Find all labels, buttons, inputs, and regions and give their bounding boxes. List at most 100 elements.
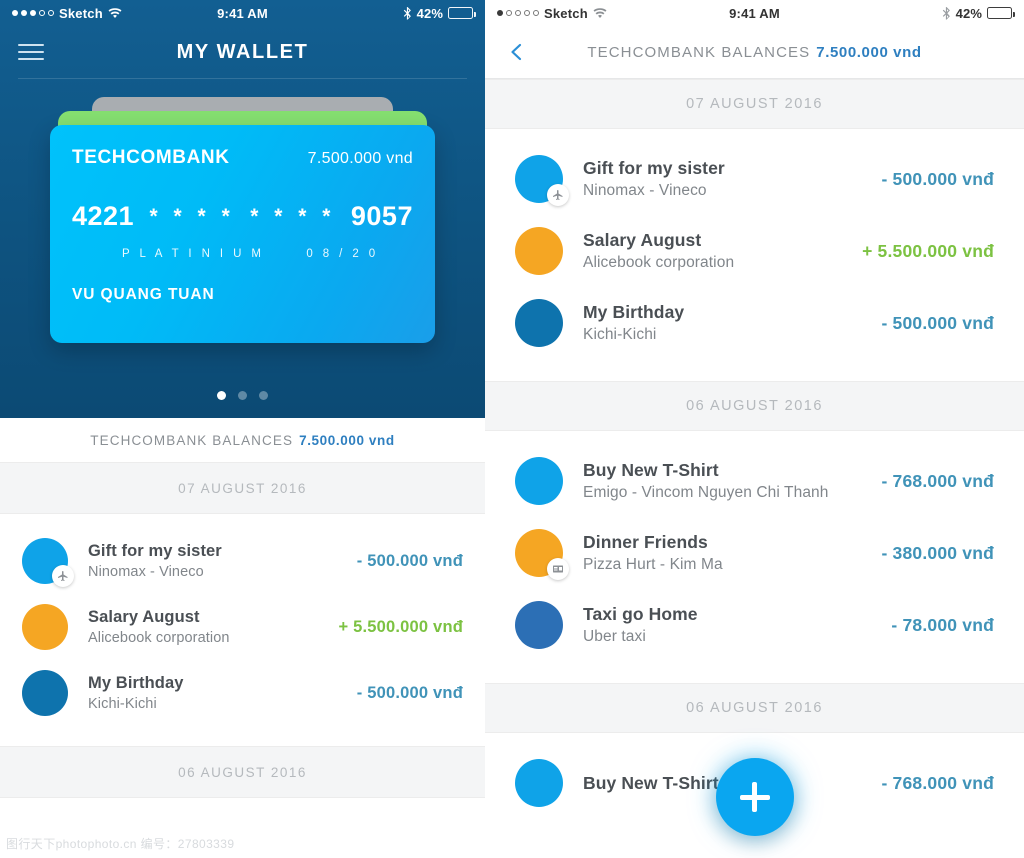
status-bar-right: 42%: [403, 6, 476, 21]
navigation-bar: MY WALLET: [0, 26, 485, 78]
pager-dot-2[interactable]: [238, 391, 247, 400]
transaction-text: Buy New T-Shirt Emigo - Vincom Nguyen Ch…: [583, 460, 881, 502]
card-meta-row: P L A T I N I U M 0 8 / 2 0: [72, 248, 413, 260]
wallet-hero: Sketch 9:41 AM 42% MY WALLET TECHCOMBANK…: [0, 0, 485, 418]
transaction-row[interactable]: Gift for my sister Ninomax - Vineco - 50…: [0, 528, 485, 594]
card-tier-label: P L A T I N I U M: [122, 248, 265, 260]
avatar: [515, 759, 563, 807]
battery-icon: [448, 7, 476, 19]
transaction-title: My Birthday: [88, 674, 184, 692]
transaction-list: Gift for my sister Ninomax - Vineco - 50…: [485, 129, 1024, 359]
transaction-subtitle: Pizza Hurt - Kim Ma: [583, 556, 723, 573]
battery-percent-label: 42%: [955, 5, 982, 21]
page-title-label: TECHCOMBANK BALANCES: [587, 43, 811, 61]
transaction-list: Gift for my sister Ninomax - Vineco - 50…: [0, 514, 485, 726]
hamburger-menu-icon[interactable]: [18, 39, 44, 65]
transaction-text: Salary August Alicebook corporation: [88, 608, 338, 646]
transaction-row[interactable]: Gift for my sister Ninomax - Vineco - 50…: [485, 143, 1024, 215]
transaction-row[interactable]: Salary August Alicebook corporation + 5.…: [0, 594, 485, 660]
pager-dot-1[interactable]: [217, 391, 226, 400]
transaction-title: Dinner Friends: [583, 532, 708, 552]
transaction-list: Buy New T-Shirt Emigo - Vincom Nguyen Ch…: [485, 431, 1024, 661]
transaction-text: My Birthday Kichi-Kichi: [583, 302, 881, 344]
pager-dot-3[interactable]: [259, 391, 268, 400]
transaction-title: My Birthday: [583, 302, 685, 322]
watermark: 图行天下photophoto.cn 编号：27803339: [6, 837, 235, 851]
avatar: [515, 529, 569, 580]
carousel-pager[interactable]: [0, 391, 485, 400]
transaction-row[interactable]: My Birthday Kichi-Kichi - 500.000 vnđ: [485, 287, 1024, 359]
card-icon: [547, 558, 569, 580]
transaction-title: Gift for my sister: [583, 158, 725, 178]
signal-strength-icon: [497, 10, 539, 16]
date-section-header: 06 AUGUST 2016: [0, 746, 485, 798]
status-bar-left: Sketch: [497, 6, 607, 21]
bluetooth-icon: [942, 6, 951, 20]
back-chevron-icon[interactable]: [507, 42, 527, 62]
wallet-screen: Sketch 9:41 AM 42% MY WALLET TECHCOMBANK…: [0, 0, 485, 858]
card-bank-name: TECHCOMBANK: [72, 147, 230, 168]
transaction-amount: - 500.000 vnđ: [881, 312, 994, 333]
avatar: [515, 601, 563, 649]
airplane-icon: [547, 184, 569, 206]
transaction-title: Buy New T-Shirt: [583, 460, 719, 480]
transaction-subtitle: Emigo - Vincom Nguyen Chi Thanh: [583, 484, 829, 501]
add-transaction-fab[interactable]: [715, 758, 794, 836]
avatar: [515, 457, 563, 505]
carrier-label: Sketch: [59, 5, 103, 21]
card-holder-name: VU QUANG TUAN: [72, 286, 215, 303]
transaction-subtitle: Ninomax - Vineco: [583, 182, 707, 199]
transaction-row[interactable]: My Birthday Kichi-Kichi - 500.000 vnđ: [0, 660, 485, 726]
date-section-header: 07 AUGUST 2016: [485, 79, 1024, 129]
transaction-amount: - 768.000 vnđ: [881, 772, 994, 793]
avatar: [22, 538, 74, 587]
transaction-amount: - 768.000 vnđ: [881, 470, 994, 491]
transaction-amount: - 78.000 vnđ: [891, 614, 994, 635]
transaction-title: Taxi go Home: [583, 604, 698, 624]
card-number-group-4: 9057: [350, 201, 413, 231]
transaction-subtitle: Kichi-Kichi: [583, 326, 657, 343]
avatar: [515, 227, 563, 275]
transaction-amount: + 5.500.000 vnđ: [338, 617, 463, 636]
transaction-text: Taxi go Home Uber taxi: [583, 604, 891, 646]
date-section-header: 06 AUGUST 2016: [485, 381, 1024, 431]
transaction-subtitle: Alicebook corporation: [583, 254, 735, 271]
avatar: [515, 299, 563, 347]
transaction-text: My Birthday Kichi-Kichi: [88, 674, 357, 712]
credit-card[interactable]: TECHCOMBANK 7.500.000 vnd 4221 * * * * *…: [50, 125, 435, 343]
battery-icon: [987, 7, 1015, 19]
transaction-row[interactable]: Dinner Friends Pizza Hurt - Kim Ma - 380…: [485, 517, 1024, 589]
transaction-row[interactable]: Salary August Alicebook corporation + 5.…: [485, 215, 1024, 287]
transaction-subtitle: Alicebook corporation: [88, 630, 230, 646]
transaction-row[interactable]: Buy New T-Shirt Emigo - Vincom Nguyen Ch…: [485, 445, 1024, 517]
signal-strength-icon: [12, 10, 54, 16]
date-section-header: 06 AUGUST 2016: [485, 683, 1024, 733]
transaction-row[interactable]: Taxi go Home Uber taxi - 78.000 vnđ: [485, 589, 1024, 661]
airplane-icon: [52, 565, 74, 587]
card-number-group-1: 4221: [72, 201, 135, 231]
transaction-text: Salary August Alicebook corporation: [583, 230, 862, 272]
card-expiry-label: 0 8 / 2 0: [306, 248, 379, 260]
status-bar-right: 42%: [942, 5, 1015, 21]
balances-value: 7.500.000 vnd: [299, 432, 395, 448]
transaction-text: Gift for my sister Ninomax - Vineco: [583, 158, 881, 200]
wifi-icon: [593, 7, 607, 19]
transaction-amount: - 500.000 vnđ: [356, 683, 463, 702]
dual-screen-mockup: Sketch 9:41 AM 42% MY WALLET TECHCOMBANK…: [0, 0, 1024, 858]
page-title: TECHCOMBANK BALANCES 7.500.000 vnd: [485, 44, 1024, 61]
status-bar-left: Sketch: [12, 6, 122, 21]
card-header-row: TECHCOMBANK 7.500.000 vnd: [72, 147, 413, 169]
balances-label: TECHCOMBANK BALANCES: [90, 432, 294, 448]
card-carousel[interactable]: TECHCOMBANK 7.500.000 vnd 4221 * * * * *…: [50, 97, 435, 347]
date-section-header: 07 AUGUST 2016: [0, 462, 485, 514]
card-balance: 7.500.000 vnd: [307, 150, 413, 167]
balances-summary[interactable]: TECHCOMBANK BALANCES 7.500.000 vnd: [0, 418, 485, 462]
transaction-amount: - 500.000 vnđ: [881, 168, 994, 189]
nav-divider: [18, 78, 467, 79]
card-number-group-2: * * * *: [149, 204, 235, 228]
status-bar: Sketch 9:41 AM 42%: [0, 0, 485, 26]
avatar: [22, 604, 68, 650]
avatar: [515, 155, 569, 206]
transaction-amount: - 500.000 vnđ: [356, 551, 463, 570]
transaction-text: Gift for my sister Ninomax - Vineco: [88, 542, 357, 580]
